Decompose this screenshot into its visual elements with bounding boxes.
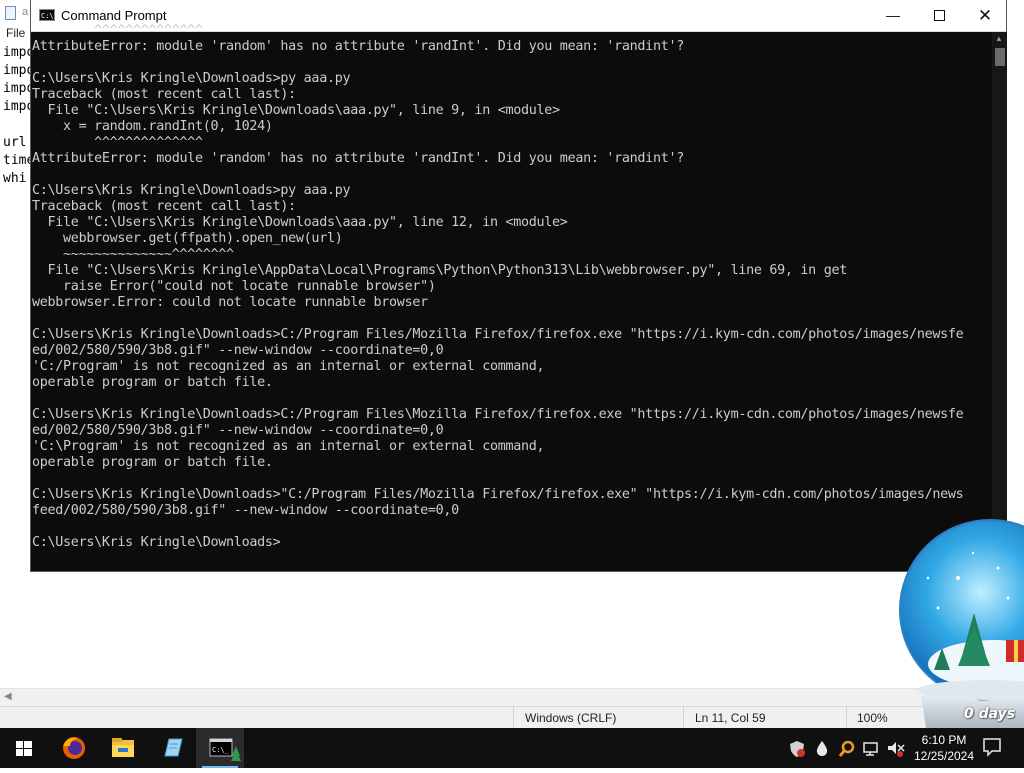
- status-separator: [846, 707, 847, 729]
- console-line: File "C:\Users\Kris Kringle\Downloads\aa…: [32, 103, 561, 118]
- console-line: operable program or batch file.: [32, 375, 273, 390]
- notepad-status-bar: Windows (CRLF) Ln 11, Col 59 100%: [0, 706, 1024, 729]
- window-title: Command Prompt: [61, 8, 167, 23]
- console-line: File "C:\Users\Kris Kringle\Downloads\aa…: [32, 215, 568, 230]
- console-output[interactable]: ^^^^^^^^^^^^^^ AttributeError: module 'ra…: [32, 23, 992, 571]
- file-explorer-icon: [112, 738, 134, 757]
- command-prompt-icon: C:\_: [209, 738, 241, 761]
- console-line: C:\Users\Kris Kringle\Downloads>C:/Progr…: [32, 327, 964, 342]
- start-icon: [16, 741, 32, 756]
- console-line: Traceback (most recent call last):: [32, 87, 296, 102]
- scroll-up-arrow-icon[interactable]: ▲: [995, 34, 1003, 43]
- status-zoom: 100%: [857, 711, 888, 725]
- taskbar-firefox[interactable]: [48, 728, 96, 768]
- status-separator: [513, 707, 514, 729]
- console-line: webbrowser.Error: could not locate runna…: [32, 295, 428, 310]
- status-line-ending: Windows (CRLF): [525, 711, 617, 725]
- console-line: C:\Users\Kris Kringle\Downloads>C:/Progr…: [32, 407, 964, 422]
- notepad-menu-file[interactable]: File: [6, 26, 25, 40]
- svg-text:C:\_: C:\_: [212, 746, 230, 754]
- console-line: operable program or batch file.: [32, 455, 273, 470]
- console-line: File "C:\Users\Kris Kringle\AppData\Loca…: [32, 263, 848, 278]
- taskbar-notepad[interactable]: [148, 728, 196, 768]
- taskbar: C:\_ 6:10 PM 12/25/2024: [0, 728, 1024, 768]
- console-line: ed/002/580/590/3b8.gif" --new-window --c…: [32, 343, 444, 358]
- command-prompt-icon: C:\: [39, 9, 55, 21]
- console-line: C:\Users\Kris Kringle\Downloads>py aaa.p…: [32, 183, 351, 198]
- taskbar-command-prompt[interactable]: C:\_: [196, 728, 244, 768]
- snow-globe-widget[interactable]: 0 days: [898, 518, 1024, 728]
- console-line: webbrowser.get(ffpath).open_new(url): [32, 231, 343, 246]
- console-line: AttributeError: module 'random' has no a…: [32, 39, 684, 54]
- clock-date: 12/25/2024: [913, 749, 975, 763]
- notepad-document-icon: [5, 6, 16, 20]
- notepad-icon: [164, 738, 183, 757]
- console-line: 'C:\Program' is not recognized as an int…: [32, 439, 545, 454]
- console-line: feed/002/580/590/3b8.gif" --new-window -…: [32, 503, 459, 518]
- console-vertical-scrollbar[interactable]: ▲: [992, 32, 1007, 571]
- start-button[interactable]: [0, 728, 48, 768]
- status-separator: [683, 707, 684, 729]
- status-cursor-position: Ln 11, Col 59: [695, 711, 766, 725]
- defender-icon[interactable]: [788, 740, 806, 758]
- scroll-left-arrow-icon[interactable]: ◀: [4, 691, 12, 702]
- console-line: 'C:/Program' is not recognized as an int…: [32, 359, 545, 374]
- network-icon[interactable]: [862, 740, 880, 758]
- search-magnifier-icon[interactable]: [838, 740, 856, 758]
- minimize-icon: —: [886, 7, 900, 23]
- taskbar-file-explorer[interactable]: [98, 728, 146, 768]
- clock-time: 6:10 PM: [921, 733, 967, 747]
- maximize-icon: [933, 9, 945, 21]
- console-line: Traceback (most recent call last):: [32, 199, 296, 214]
- water-drop-icon[interactable]: [815, 740, 829, 758]
- console-line: raise Error("could not locate runnable b…: [32, 279, 436, 294]
- command-prompt-window: C:\ Command Prompt — ✕ ^^^^^^^^^^^^^^ Att…: [30, 0, 1007, 572]
- notepad-horizontal-scrollbar[interactable]: ◀: [0, 688, 1024, 706]
- console-line: C:\Users\Kris Kringle\Downloads>"C:/Prog…: [32, 487, 964, 502]
- days-counter-label: 0 days: [964, 706, 1016, 722]
- volume-muted-icon[interactable]: [886, 740, 906, 758]
- console-line: AttributeError: module 'random' has no a…: [32, 151, 684, 166]
- notification-center-icon[interactable]: [982, 737, 1002, 757]
- console-line: ed/002/580/590/3b8.gif" --new-window --c…: [32, 423, 444, 438]
- console-line: ~~~~~~~~~~~~~~^^^^^^^^: [32, 247, 234, 262]
- snow-globe-icon: [899, 519, 1024, 728]
- notepad-title: a: [22, 6, 29, 18]
- console-line: x = random.randInt(0, 1024): [32, 119, 273, 134]
- console-line: C:\Users\Kris Kringle\Downloads>py aaa.p…: [32, 71, 351, 86]
- taskbar-clock[interactable]: 6:10 PM 12/25/2024: [912, 732, 976, 764]
- firefox-icon: [63, 737, 85, 759]
- console-line: ^^^^^^^^^^^^^^: [32, 23, 203, 38]
- scrollbar-thumb[interactable]: [995, 48, 1005, 66]
- console-line: ^^^^^^^^^^^^^^: [32, 135, 203, 150]
- console-line: C:\Users\Kris Kringle\Downloads>: [32, 535, 281, 550]
